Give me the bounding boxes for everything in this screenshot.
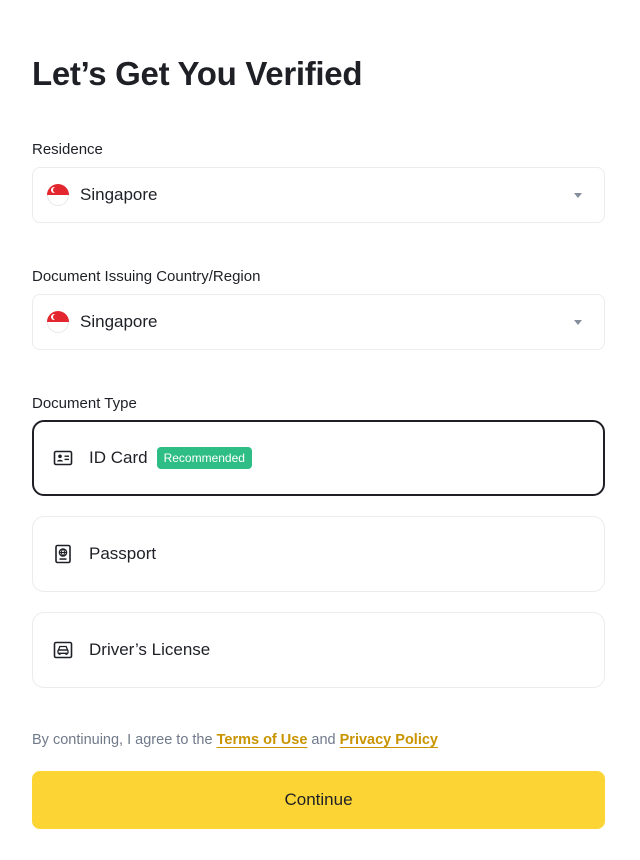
singapore-flag-icon: [47, 184, 69, 206]
document-option-passport[interactable]: Passport: [32, 516, 605, 592]
passport-icon: [55, 544, 71, 564]
page-title: Let’s Get You Verified: [32, 55, 363, 92]
residence-select[interactable]: Singapore: [32, 167, 605, 223]
privacy-policy-link[interactable]: Privacy Policy: [340, 732, 438, 748]
id-card-icon: [53, 450, 73, 466]
recommended-badge: Recommended: [156, 447, 252, 469]
residence-label: Residence: [32, 141, 103, 158]
verification-page: Let’s Get You Verified Residence Singapo…: [0, 0, 640, 860]
document-option-label: ID Card: [89, 448, 148, 467]
issuing-country-value: Singapore: [80, 312, 158, 331]
continue-button[interactable]: Continue: [32, 771, 605, 829]
terms-of-use-link[interactable]: Terms of Use: [217, 732, 308, 748]
drivers-license-icon: [53, 641, 73, 659]
consent-text: By continuing, I agree to the Terms of U…: [32, 732, 438, 748]
singapore-flag-icon: [47, 311, 69, 333]
chevron-down-icon: [574, 193, 582, 198]
document-option-id-card[interactable]: ID Card Recommended: [32, 420, 605, 496]
document-type-label: Document Type: [32, 395, 137, 412]
document-option-drivers-license[interactable]: Driver’s License: [32, 612, 605, 688]
chevron-down-icon: [574, 320, 582, 325]
issuing-country-label: Document Issuing Country/Region: [32, 268, 261, 285]
residence-value: Singapore: [80, 185, 158, 204]
document-option-label: Passport: [89, 544, 157, 563]
consent-middle: and: [307, 732, 340, 748]
consent-prefix: By continuing, I agree to the: [32, 732, 217, 748]
issuing-country-select[interactable]: Singapore: [32, 294, 605, 350]
document-option-label: Driver’s License: [89, 640, 211, 659]
